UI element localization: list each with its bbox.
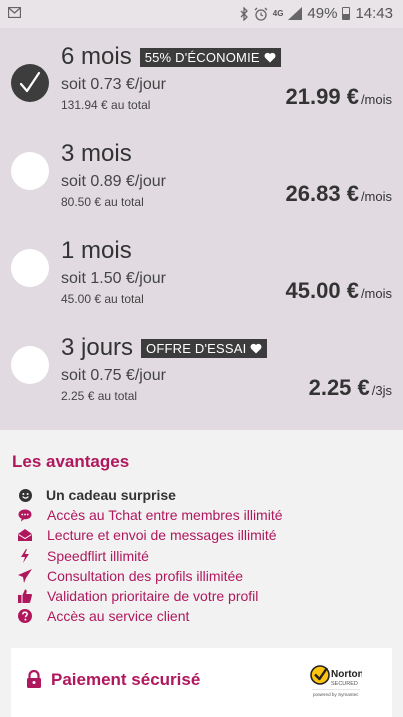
plan-daily-price: soit 0.73 €/jour	[61, 76, 166, 93]
subscription-plans: 6 mois 55% D'ÉCONOMIE soit 0.73 €/jour 1…	[0, 28, 403, 430]
trial-badge: OFFRE D'ESSAI	[141, 338, 268, 358]
advantage-label: Speedflirt illimité	[47, 547, 149, 564]
chat-bubble-icon	[18, 508, 32, 522]
thumbs-up-icon	[18, 589, 32, 604]
smiley-icon	[18, 488, 32, 502]
plan-price: 2.25 €/3js	[309, 375, 392, 401]
status-bar: 4G 49% 14:43	[0, 0, 403, 28]
plan-total-price: 131.94 € au total	[61, 98, 151, 112]
secure-payment-card: Paiement sécurisé Norton SECURED powered…	[11, 648, 392, 717]
battery-icon	[342, 7, 351, 20]
question-circle-icon	[18, 609, 32, 624]
advantage-label: Accès au Tchat entre membres illimité	[47, 507, 283, 524]
plan-option-6-months[interactable]: 6 mois 55% D'ÉCONOMIE soit 0.73 €/jour 1…	[0, 35, 403, 132]
plan-price: 26.83 €/mois	[286, 181, 392, 207]
plan-price-amount: 2.25 €	[308, 375, 370, 400]
list-item: Speedflirt illimité	[18, 546, 283, 566]
checkmark-icon	[19, 71, 41, 93]
battery-percent: 49%	[307, 5, 338, 22]
heart-icon	[251, 343, 262, 353]
advantage-label: Lecture et envoi de messages illimité	[47, 527, 277, 544]
norton-secured-seal: Norton SECURED powered by Symantec	[310, 662, 364, 700]
bluetooth-icon	[240, 6, 248, 21]
lock-icon	[27, 670, 41, 688]
plan-daily-price: soit 0.75 €/jour	[61, 367, 166, 384]
plan-option-3-days[interactable]: 3 jours OFFRE D'ESSAI soit 0.75 €/jour 2…	[0, 326, 403, 423]
advantage-label: Accès au service client	[47, 608, 190, 625]
plan-price: 21.99 €/mois	[286, 84, 392, 110]
plan-duration: 3 jours	[61, 334, 134, 361]
plan-duration: 3 mois	[61, 140, 132, 167]
plan-option-1-month[interactable]: 1 mois soit 1.50 €/jour 45.00 € au total…	[0, 229, 403, 326]
radio-unselected[interactable]	[11, 249, 49, 287]
lightning-icon	[18, 548, 32, 563]
radio-unselected[interactable]	[11, 152, 49, 190]
plan-price-period: /mois	[360, 189, 392, 204]
badge-label: 55% D'ÉCONOMIE	[144, 49, 260, 65]
plan-price-amount: 26.83 €	[285, 181, 359, 206]
mail-icon	[8, 7, 21, 18]
plan-total-price: 80.50 € au total	[61, 195, 144, 209]
signal-icon	[288, 7, 303, 20]
advantage-label: Validation prioritaire de votre profil	[47, 588, 259, 605]
list-item: Accès au service client	[18, 606, 283, 626]
plan-price: 45.00 €/mois	[286, 278, 392, 304]
seal-brand: Norton	[331, 669, 362, 680]
list-item: Un cadeau surprise	[18, 485, 283, 505]
advantages-list: Un cadeau surprise Accès au Tchat entre …	[18, 485, 283, 626]
clock: 14:43	[355, 5, 393, 22]
badge-label: OFFRE D'ESSAI	[146, 340, 247, 356]
advantage-label: Consultation des profils illimitée	[47, 567, 244, 584]
envelope-icon	[18, 528, 32, 542]
list-item: Consultation des profils illimitée	[18, 566, 283, 586]
radio-unselected[interactable]	[11, 346, 49, 384]
radio-selected[interactable]	[11, 64, 49, 102]
secure-payment-label: Paiement sécurisé	[51, 670, 201, 689]
savings-badge: 55% D'ÉCONOMIE	[139, 47, 281, 67]
plan-duration: 1 mois	[61, 237, 132, 264]
alarm-icon	[254, 7, 268, 21]
plan-option-3-months[interactable]: 3 mois soit 0.89 €/jour 80.50 € au total…	[0, 132, 403, 229]
plan-price-period: /mois	[360, 286, 392, 301]
plan-price-period: /mois	[360, 92, 392, 107]
seal-secured-text: SECURED	[331, 681, 358, 687]
plan-price-amount: 45.00 €	[285, 278, 359, 303]
list-item: Accès au Tchat entre membres illimité	[18, 505, 283, 525]
seal-powered-text: powered by Symantec	[313, 692, 359, 697]
heart-icon	[264, 52, 276, 62]
network-type-label: 4G	[272, 8, 284, 18]
advantage-label: Un cadeau surprise	[46, 487, 176, 504]
plan-daily-price: soit 0.89 €/jour	[61, 173, 166, 190]
plan-price-amount: 21.99 €	[285, 84, 359, 109]
list-item: Lecture et envoi de messages illimité	[18, 525, 283, 545]
advantages-title: Les avantages	[12, 452, 130, 471]
list-item: Validation prioritaire de votre profil	[18, 586, 283, 606]
plan-total-price: 2.25 € au total	[61, 389, 138, 403]
plan-total-price: 45.00 € au total	[61, 292, 144, 306]
plan-price-period: /3js	[371, 383, 392, 398]
plan-duration: 6 mois	[61, 43, 132, 70]
plan-daily-price: soit 1.50 €/jour	[61, 270, 166, 287]
paper-plane-icon	[18, 568, 32, 583]
